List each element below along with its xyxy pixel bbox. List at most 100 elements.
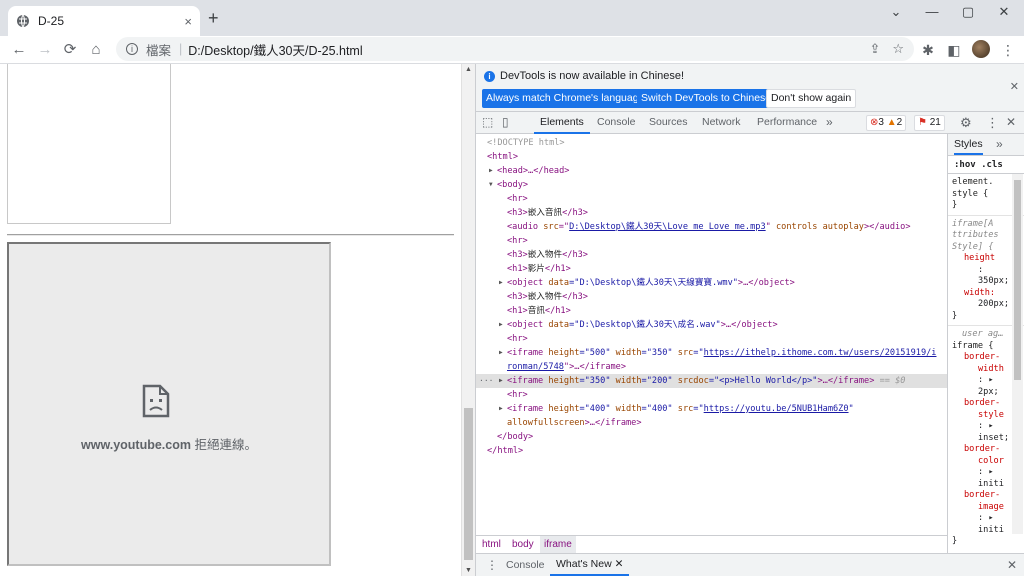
- dom-h3[interactable]: <h3>嵌入物件</h3>: [476, 248, 947, 262]
- scroll-up-arrow-icon[interactable]: ▲: [465, 66, 472, 73]
- audio-src-link[interactable]: D:\Desktop\鐵人30天\Love me Love me.mp3: [569, 222, 766, 232]
- drawer-tab-console[interactable]: Console: [506, 559, 545, 571]
- dom-h1[interactable]: <h1>影片</h1>: [476, 262, 947, 276]
- address-bar[interactable]: i 檔案 | D:/Desktop/鐵人30天/D-25.html ⇪ ☆: [116, 37, 914, 61]
- tag: ">…</iframe>: [563, 362, 627, 372]
- dom-iframe-wrap[interactable]: allowfullscreen>…</iframe>: [476, 416, 947, 430]
- tag: </h1>: [544, 306, 571, 316]
- share-icon[interactable]: ⇪: [869, 41, 880, 57]
- styles-scrollbar-thumb[interactable]: [1014, 180, 1021, 380]
- devtools-menu-icon[interactable]: ⋮: [986, 112, 999, 134]
- embedded-iframe-youtube[interactable]: www.youtube.com 拒絕連線。: [7, 242, 331, 566]
- expand-triangle-icon[interactable]: ▶: [499, 374, 503, 388]
- menu-kebab-icon[interactable]: ⋮: [998, 40, 1018, 60]
- tab-close-icon[interactable]: ×: [184, 14, 192, 29]
- dom-hr[interactable]: <hr>: [476, 388, 947, 402]
- dom-iframe-selected[interactable]: ··· ▶ <iframe height="350" width="200" src…: [476, 374, 947, 388]
- avatar[interactable]: [972, 40, 990, 58]
- dom-h1[interactable]: <h1>音訊</h1>: [476, 304, 947, 318]
- dom-iframe[interactable]: ▶ <iframe height="400" width="400" src="h…: [476, 402, 947, 416]
- dom-hr[interactable]: <hr>: [476, 192, 947, 206]
- home-button[interactable]: ⌂: [85, 39, 107, 61]
- tab-elements[interactable]: Elements: [534, 112, 590, 134]
- dom-h3[interactable]: <h3>嵌入音訊</h3>: [476, 206, 947, 220]
- expand-triangle-icon[interactable]: ▶: [499, 318, 503, 332]
- drawer-close-icon[interactable]: ✕: [1007, 558, 1017, 572]
- page-scrollbar[interactable]: ▲ ▼: [461, 64, 475, 576]
- reload-button[interactable]: ⟳: [59, 39, 81, 61]
- console-counts-badge[interactable]: ⊗3 ▲2: [866, 115, 907, 131]
- devtools-close-icon[interactable]: ✕: [1006, 112, 1016, 134]
- device-toolbar-icon[interactable]: ▯: [502, 112, 509, 134]
- switch-to-chinese-button[interactable]: Switch DevTools to Chinese: [637, 89, 776, 108]
- tab-styles[interactable]: Styles: [954, 138, 983, 155]
- dom-object[interactable]: ▶ <object data="D:\Desktop\鐵人30天\成名.wav">…: [476, 318, 947, 332]
- value: 2px;: [978, 386, 999, 397]
- dom-object[interactable]: ▶ <object data="D:\Desktop\鐵人30天\天線寶寶.wmv…: [476, 276, 947, 290]
- window-close-button[interactable]: ✕: [992, 4, 1016, 22]
- more-tabs-icon[interactable]: »: [826, 112, 833, 134]
- site-info-icon[interactable]: i: [126, 43, 138, 55]
- minimize-button[interactable]: —: [920, 4, 944, 22]
- new-tab-button[interactable]: +: [208, 8, 219, 28]
- tab-sources[interactable]: Sources: [649, 112, 688, 134]
- dom-body-close[interactable]: </body>: [476, 430, 947, 444]
- expand-triangle-icon[interactable]: ▶: [499, 346, 503, 360]
- dom-html-close[interactable]: </html>: [476, 444, 947, 458]
- dom-hr[interactable]: <hr>: [476, 332, 947, 346]
- styles-more-icon[interactable]: »: [996, 137, 1003, 151]
- tab-console[interactable]: Console: [597, 112, 636, 134]
- browser-tab[interactable]: D-25 ×: [8, 6, 200, 36]
- tag: <object: [507, 320, 549, 330]
- styles-scrollbar[interactable]: [1012, 174, 1023, 534]
- more-dots-icon[interactable]: ···: [479, 374, 493, 388]
- crumb-body[interactable]: body: [512, 539, 534, 550]
- issues-badge[interactable]: ⚑ 21: [914, 115, 945, 131]
- maximize-button[interactable]: ▢: [956, 4, 980, 22]
- side-panel-icon[interactable]: ◧: [944, 40, 964, 60]
- dom-h3[interactable]: <h3>嵌入物件</h3>: [476, 290, 947, 304]
- tab-search-icon[interactable]: ⌄: [884, 4, 908, 22]
- settings-gear-icon[interactable]: ⚙: [960, 112, 972, 134]
- tab-strip: D-25 × + ⌄ — ▢ ✕: [0, 0, 1024, 36]
- always-match-language-button[interactable]: Always match Chrome's language: [482, 89, 649, 108]
- dom-hr[interactable]: <hr>: [476, 234, 947, 248]
- drawer-menu-icon[interactable]: ⋮: [486, 558, 498, 572]
- tab-performance[interactable]: Performance: [757, 112, 817, 134]
- dom-body-open[interactable]: ▼ <body>: [476, 178, 947, 192]
- crumb-iframe[interactable]: iframe: [540, 536, 576, 553]
- forward-button[interactable]: →: [34, 39, 56, 61]
- dom-html-open[interactable]: <html>: [476, 150, 947, 164]
- attr-name: srcdoc: [677, 376, 709, 386]
- back-button[interactable]: ←: [8, 39, 30, 61]
- styles-filter[interactable]: :hov .cls: [948, 156, 1024, 174]
- url-text[interactable]: D:/Desktop/鐵人30天/D-25.html: [188, 40, 857, 59]
- tab-network[interactable]: Network: [702, 112, 741, 134]
- iframe-src-link[interactable]: https://youtu.be/5NUB1Ham6Z0: [704, 404, 849, 414]
- dont-show-again-button[interactable]: Don't show again: [766, 89, 857, 108]
- expand-triangle-icon[interactable]: ▶: [499, 402, 503, 416]
- embedded-iframe-hello[interactable]: [7, 64, 171, 224]
- iframe-src-link[interactable]: https://ithelp.ithome.com.tw/users/20151…: [704, 348, 937, 358]
- collapse-triangle-icon[interactable]: ▼: [489, 178, 493, 192]
- crumb-html[interactable]: html: [482, 539, 501, 550]
- bookmark-star-icon[interactable]: ☆: [892, 41, 904, 57]
- expand-triangle-icon[interactable]: ▶: [499, 276, 503, 290]
- extensions-icon[interactable]: ✱: [918, 40, 938, 60]
- scrollbar-thumb[interactable]: [464, 408, 473, 560]
- dom-head[interactable]: ▶ <head>…</head>: [476, 164, 947, 178]
- attr-name: height: [548, 376, 580, 386]
- dom-audio[interactable]: <audio src="D:\Desktop\鐵人30天\Love me Lov…: [476, 220, 947, 234]
- dom-iframe-wrap[interactable]: ronman/5748">…</iframe>: [476, 360, 947, 374]
- drawer-tab-close-icon[interactable]: ✕: [615, 558, 624, 570]
- iframe-src-link[interactable]: ronman/5748: [507, 362, 564, 372]
- expand-triangle-icon[interactable]: ▶: [489, 164, 493, 178]
- dom-iframe[interactable]: ▶ <iframe height="500" width="350" src="h…: [476, 346, 947, 360]
- drawer-tab-whats-new[interactable]: What's New ✕: [550, 554, 630, 576]
- brace: }: [952, 200, 958, 210]
- infobar-close-icon[interactable]: ✕: [1010, 80, 1019, 93]
- browser-toolbar: ← → ⟳ ⌂ i 檔案 | D:/Desktop/鐵人30天/D-25.htm…: [0, 36, 1024, 64]
- inspect-element-icon[interactable]: ⬚: [482, 112, 493, 134]
- globe-icon: [17, 14, 29, 28]
- scroll-down-arrow-icon[interactable]: ▼: [465, 567, 472, 574]
